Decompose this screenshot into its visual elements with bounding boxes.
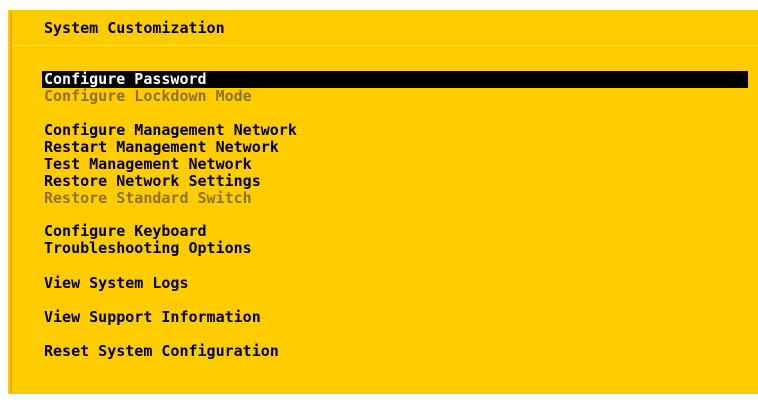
menu-item-configure-management-network[interactable]: Configure Management Network <box>42 122 297 139</box>
menu-group-support: View Support Information <box>42 309 261 326</box>
menu-group-keyboard-troubleshooting: Configure Keyboard Troubleshooting Optio… <box>42 223 252 257</box>
menu-item-view-system-logs[interactable]: View System Logs <box>42 275 189 292</box>
title-divider <box>12 45 758 46</box>
menu-item-configure-lockdown-mode: Configure Lockdown Mode <box>44 87 252 105</box>
menu-item-restore-network-settings[interactable]: Restore Network Settings <box>42 173 297 190</box>
menu-group-password: Configure Password Configure Lockdown Mo… <box>42 71 748 105</box>
menu-item-configure-password[interactable]: Configure Password <box>42 71 748 88</box>
menu-item-configure-keyboard[interactable]: Configure Keyboard <box>42 223 252 240</box>
dcui-screen: System Customization Configure Password … <box>8 10 758 394</box>
menu-group-network: Configure Management Network Restart Man… <box>42 122 297 207</box>
menu-item-troubleshooting-options[interactable]: Troubleshooting Options <box>42 240 252 257</box>
left-border <box>10 10 12 394</box>
menu-item-restore-standard-switch: Restore Standard Switch <box>44 189 252 207</box>
page-title: System Customization <box>44 19 225 37</box>
menu-group-reset: Reset System Configuration <box>42 343 279 360</box>
menu-item-test-management-network[interactable]: Test Management Network <box>42 156 297 173</box>
menu-item-view-support-information[interactable]: View Support Information <box>42 309 261 326</box>
menu-group-logs: View System Logs <box>42 275 189 292</box>
menu-item-restart-management-network[interactable]: Restart Management Network <box>42 139 297 156</box>
menu-item-reset-system-configuration[interactable]: Reset System Configuration <box>42 343 279 360</box>
